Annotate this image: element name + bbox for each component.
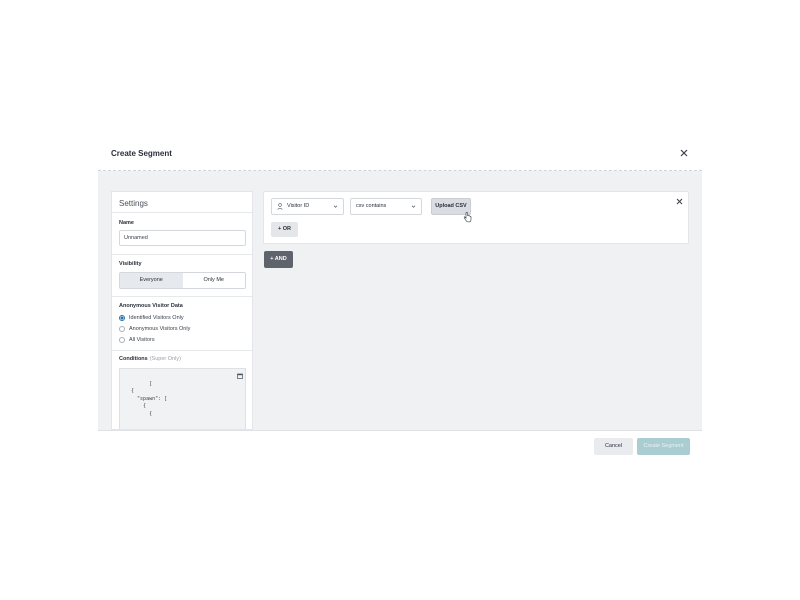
modal-header: Create Segment — [98, 135, 702, 170]
anonymous-visitor-data-label: Anonymous Visitor Data — [119, 303, 183, 309]
field-select-value: Visitor ID — [287, 203, 310, 209]
field-select[interactable]: Visitor ID — [271, 198, 344, 215]
rule-group: Visitor ID csv contains Upload CSV + OR — [263, 191, 689, 244]
divider — [112, 296, 252, 297]
divider — [112, 212, 252, 213]
radio-identified-visitors[interactable]: Identified Visitors Only — [119, 313, 184, 322]
hand-cursor-icon — [463, 212, 472, 223]
add-or-button[interactable]: + OR — [271, 222, 298, 237]
cancel-button[interactable]: Cancel — [594, 438, 633, 455]
visibility-toggle: Everyone Only Me — [119, 272, 246, 289]
user-icon — [277, 203, 283, 210]
name-input[interactable]: Unnamed — [119, 230, 246, 246]
chevron-down-icon — [333, 205, 338, 208]
conditions-note: (Super Only) — [149, 356, 181, 362]
radio-label: Identified Visitors Only — [129, 314, 184, 321]
operator-select[interactable]: csv contains — [350, 198, 422, 215]
radio-checked-icon[interactable] — [119, 314, 125, 321]
create-segment-modal: Create Segment Settings Name Unnamed Vis… — [98, 135, 702, 460]
conditions-label-text: Conditions — [119, 356, 148, 362]
remove-rule-icon[interactable] — [675, 197, 684, 206]
chevron-down-icon — [411, 205, 416, 208]
radio-label: Anonymous Visitors Only — [129, 325, 191, 332]
create-segment-button[interactable]: Create Segment — [637, 438, 690, 455]
radio-anonymous-visitors[interactable]: Anonymous Visitors Only — [119, 324, 190, 333]
modal-title: Create Segment — [111, 149, 172, 158]
copy-icon[interactable] — [237, 373, 243, 379]
conditions-code: [ { "spawn": [ { { — [131, 380, 168, 417]
modal-body: Settings Name Unnamed Visibility Everyon… — [98, 171, 702, 430]
footer-divider — [98, 430, 702, 431]
radio-unchecked-icon[interactable] — [119, 325, 125, 332]
divider — [112, 350, 252, 351]
settings-title: Settings — [119, 199, 148, 208]
visibility-only-me[interactable]: Only Me — [182, 273, 245, 288]
radio-unchecked-icon[interactable] — [119, 336, 125, 343]
name-label: Name — [119, 220, 134, 226]
visibility-everyone[interactable]: Everyone — [120, 273, 183, 288]
divider — [112, 254, 252, 255]
close-icon[interactable] — [678, 147, 690, 159]
radio-label: All Visitors — [129, 336, 155, 343]
add-and-button[interactable]: + AND — [264, 251, 293, 268]
conditions-label: Conditions (Super Only) — [119, 356, 181, 362]
radio-all-visitors[interactable]: All Visitors — [119, 335, 155, 344]
operator-select-value: csv contains — [356, 203, 387, 209]
conditions-code-editor[interactable]: [ { "spawn": [ { { — [119, 368, 246, 429]
visibility-label: Visibility — [119, 261, 142, 267]
settings-panel: Settings Name Unnamed Visibility Everyon… — [111, 191, 253, 430]
